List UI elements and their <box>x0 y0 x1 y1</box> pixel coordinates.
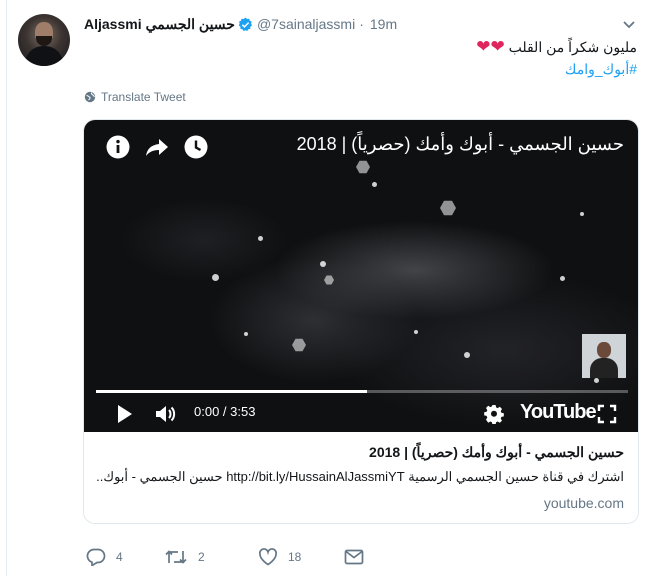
particle <box>258 236 263 241</box>
thumbnail-face <box>597 342 611 358</box>
retweet-count: 2 <box>198 550 205 564</box>
settings-gear-icon[interactable] <box>484 404 504 424</box>
video-timecode: 0:00 / 3:53 <box>194 404 256 419</box>
reply-count: 4 <box>116 550 123 564</box>
hexagon-particle <box>292 338 306 352</box>
translate-label[interactable]: Translate Tweet <box>101 90 186 104</box>
card-domain: youtube.com <box>543 495 624 511</box>
hashtag-link[interactable]: #أبوك_وامك <box>565 61 637 77</box>
reply-button[interactable]: 4 <box>86 548 164 566</box>
timeline-border <box>6 0 7 576</box>
particle <box>320 261 326 267</box>
link-card[interactable]: حسين الجسمي - أبوك وأمك (حصرياً) | 2018 <box>83 119 639 524</box>
particle <box>212 274 219 281</box>
play-icon[interactable] <box>114 403 134 425</box>
channel-thumbnail[interactable] <box>582 334 626 378</box>
card-description: اشترك في قناة حسين الجسمي الرسمية http:/… <box>96 469 624 484</box>
tweet-body-text: مليون شكراً من القلب <box>508 39 637 55</box>
tweet-actions: 4 2 18 <box>86 548 374 566</box>
hexagon-particle <box>356 160 370 174</box>
like-count: 18 <box>288 550 302 564</box>
share-icon[interactable] <box>144 134 170 160</box>
video-player[interactable]: حسين الجسمي - أبوك وأمك (حصرياً) | 2018 <box>84 120 638 432</box>
info-icon[interactable] <box>105 134 131 160</box>
progress-fill <box>96 390 368 393</box>
avatar-body <box>25 46 63 66</box>
youtube-logo[interactable]: YouTube <box>520 401 597 424</box>
verified-badge-icon <box>238 17 252 31</box>
watch-later-clock-icon[interactable] <box>183 134 209 160</box>
chevron-down-icon[interactable] <box>621 16 637 32</box>
hexagon-particle <box>440 200 456 216</box>
avatar[interactable] <box>18 14 70 66</box>
card-details[interactable]: حسين الجسمي - أبوك وأمك (حصرياً) | 2018 … <box>84 432 638 523</box>
globe-icon <box>84 91 96 103</box>
particle <box>244 332 248 336</box>
particle <box>464 352 470 358</box>
reply-icon <box>86 548 106 566</box>
hexagon-particle <box>324 275 334 285</box>
separator-dot: · <box>359 16 364 32</box>
handle[interactable]: @7sainaljassmi <box>257 16 355 32</box>
heart-icon <box>259 548 277 566</box>
translate-tweet-link[interactable]: Translate Tweet <box>84 90 186 104</box>
like-button[interactable]: 18 <box>258 548 344 566</box>
timestamp[interactable]: 19m <box>370 16 397 32</box>
direct-message-button[interactable] <box>344 549 374 565</box>
particle <box>414 330 418 334</box>
retweet-icon <box>165 550 187 564</box>
tweet-header: Aljassmi حسين الجسمي @7sainaljassmi · 19… <box>84 14 397 34</box>
fullscreen-icon[interactable] <box>597 404 617 424</box>
volume-icon[interactable] <box>154 403 178 425</box>
particle <box>372 182 377 187</box>
avatar-beard <box>36 36 52 46</box>
retweet-button[interactable]: 2 <box>164 548 258 566</box>
video-progress-bar[interactable] <box>96 390 628 393</box>
video-title[interactable]: حسين الجسمي - أبوك وأمك (حصرياً) | 2018 <box>297 134 624 155</box>
envelope-icon <box>344 549 364 565</box>
thumbnail-body <box>590 358 618 378</box>
particle <box>580 212 584 216</box>
tweet-text: مليون شكراً من القلب ❤❤ #أبوك_وامك <box>97 36 637 80</box>
particle <box>594 378 599 383</box>
display-name-arabic[interactable]: حسين الجسمي <box>146 16 235 33</box>
display-name[interactable]: Aljassmi <box>84 16 142 32</box>
card-title[interactable]: حسين الجسمي - أبوك وأمك (حصرياً) | 2018 <box>369 444 624 461</box>
particle <box>560 276 565 281</box>
heart-emoji-icon: ❤❤ <box>476 37 505 56</box>
